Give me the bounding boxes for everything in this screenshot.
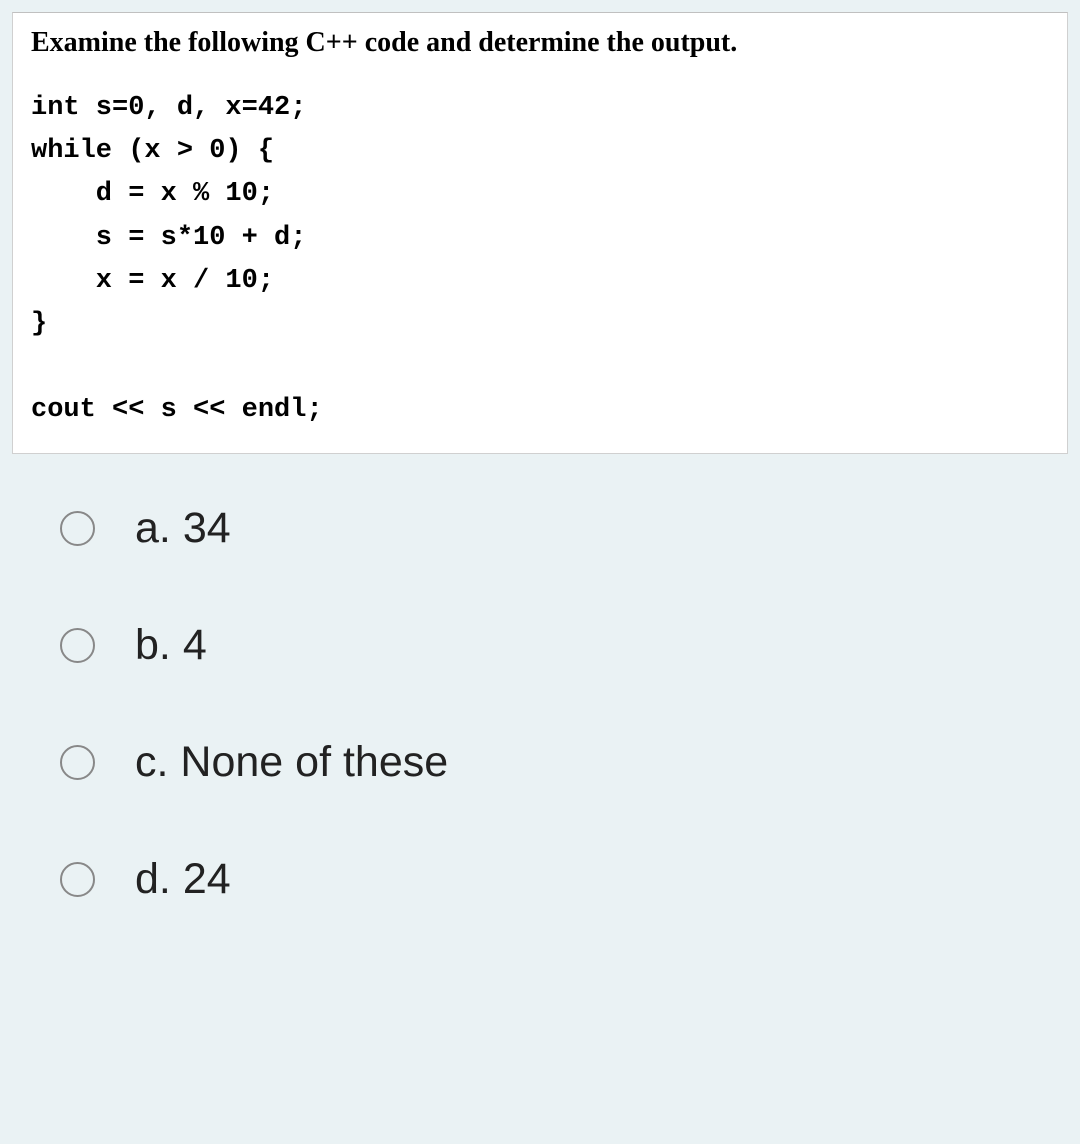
code-line: x = x / 10; [31,266,274,296]
option-label: d. 24 [135,855,231,904]
option-text: None of these [180,738,448,786]
option-text: 24 [183,855,231,903]
options-area: a. 34 b. 4 c. None of these d. 24 [0,454,1080,1002]
code-line: d = x % 10; [31,179,274,209]
code-line: while (x > 0) { [31,136,274,166]
radio-icon[interactable] [60,862,95,897]
option-label: b. 4 [135,621,207,670]
option-text: 4 [183,621,207,669]
code-line: cout << s << endl; [31,395,323,425]
option-letter: c [135,738,157,786]
code-block: int s=0, d, x=42; while (x > 0) { d = x … [13,87,1067,453]
radio-icon[interactable] [60,511,95,546]
radio-icon[interactable] [60,745,95,780]
code-line: s = s*10 + d; [31,223,306,253]
option-label: c. None of these [135,738,448,787]
option-label: a. 34 [135,504,231,553]
question-box: Examine the following C++ code and deter… [12,12,1068,454]
code-line: } [31,309,47,339]
code-line: int s=0, d, x=42; [31,93,306,123]
option-letter: d [135,855,159,903]
quiz-question: Examine the following C++ code and deter… [0,12,1080,1002]
option-letter: b [135,621,159,669]
radio-icon[interactable] [60,628,95,663]
option-a[interactable]: a. 34 [60,504,1050,553]
option-c[interactable]: c. None of these [60,738,1050,787]
option-letter: a [135,504,159,552]
option-b[interactable]: b. 4 [60,621,1050,670]
option-d[interactable]: d. 24 [60,855,1050,904]
option-text: 34 [183,504,231,552]
question-title: Examine the following C++ code and deter… [13,13,1067,87]
